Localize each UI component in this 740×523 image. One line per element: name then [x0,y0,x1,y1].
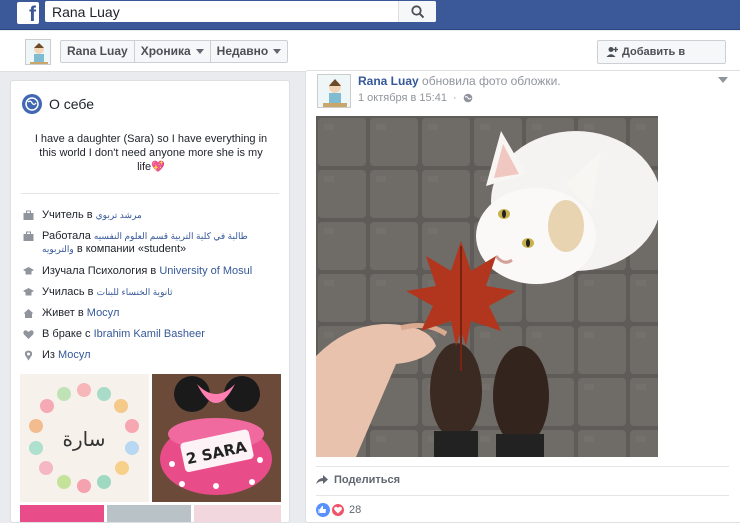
photo-thumbnail[interactable] [194,505,281,522]
intro-title: О себе [49,96,95,112]
graduation-cap-icon [23,288,34,296]
like-reaction-icon [316,503,330,517]
intro-item-link[interactable]: ثانوية الخنساء للبنات [97,287,173,297]
intro-item-text: Из [42,349,59,361]
intro-item-text: Изучала Психология в [42,265,160,277]
chevron-down-icon [195,49,204,54]
post-meta: 1 октября в 15:41 · [358,92,473,104]
intro-item-text: Учитель в [42,209,96,221]
heart-icon [23,330,34,339]
top-bar: f [0,0,740,30]
recent-label: Недавно [216,44,269,58]
search-icon [411,5,425,19]
intro-item-text: Живет в [42,307,87,319]
intro-item-school: Училась в ثانوية الخنساء للبنات [21,286,281,299]
photo-caption-text: سارة [63,427,106,451]
intro-item-worked: Работала طالبة في كلية التربية قسم العلو… [21,230,281,256]
photo-thumbnail[interactable]: 2 SARA [152,374,281,502]
bio-text: I have a daughter (Sara) so I have every… [33,132,269,174]
recent-dropdown[interactable]: Недавно [211,41,288,62]
add-friend-icon [606,47,618,57]
reactions-summary[interactable]: 28 [316,503,361,517]
intro-item-link[interactable]: Мосул [87,307,120,319]
post-photo[interactable] [316,116,658,457]
avatar[interactable] [317,74,351,108]
divider [316,466,729,467]
location-pin-icon [24,350,33,361]
profile-name-label: Rana Luay [67,44,128,58]
timeline-dropdown[interactable]: Хроника [135,41,211,62]
post-header: Rana Luay обновила фото обложки. [358,74,561,88]
intro-item-studied: Изучала Психология в University of Mosul [21,265,281,278]
separator-dot: · [452,92,457,104]
facebook-logo-icon[interactable]: f [17,2,39,26]
intro-item-from: Из Мосул [21,349,281,362]
post-action-text: обновила фото обложки. [422,74,561,88]
intro-item-text: в компании «student» [73,243,187,255]
graduation-cap-icon [23,267,34,275]
intro-item-link[interactable]: Мосул [58,349,91,361]
intro-item-text: Работала [42,230,94,242]
intro-header: О себе [22,93,94,115]
intro-item-link[interactable]: مرشد تربوي [96,210,142,220]
timeline-label: Хроника [140,44,191,58]
intro-item-text: В браке с [42,328,94,340]
briefcase-icon [23,231,34,241]
profile-nav-bar: Rana Luay Хроника Недавно Добавить в дру… [0,31,740,80]
timeline-post: Rana Luay обновила фото обложки. 1 октяб… [305,70,740,523]
intro-item-lives: Живет в Мосул [21,307,281,320]
sparkling-heart-icon: 💖 [151,161,165,173]
home-icon [23,309,34,318]
globe-icon[interactable] [463,93,473,103]
love-reaction-icon [331,503,345,517]
share-button[interactable]: Поделиться [316,474,400,486]
intro-item-link[interactable]: University of Mosul [159,265,252,277]
intro-item-married: В браке с Ibrahim Kamil Basheer [21,328,281,341]
add-friend-button[interactable]: Добавить в друзья [597,40,726,80]
search-input[interactable] [45,1,397,22]
photo-thumbnail[interactable] [20,505,104,522]
profile-nav-group: Rana Luay Хроника Недавно [60,40,289,63]
photo-thumbnail[interactable]: سارة [20,374,149,502]
intro-item-text: Училась в [42,286,97,298]
intro-item-work: Учитель в مرشد تربوي [21,209,281,222]
search-box [45,1,436,22]
intro-card: О себе I have a daughter (Sara) so I hav… [10,80,290,523]
divider [316,495,729,496]
search-button[interactable] [398,1,436,22]
divider [21,193,279,194]
post-timestamp[interactable]: 1 октября в 15:41 [358,92,447,104]
reaction-count[interactable]: 28 [349,504,361,516]
globe-icon [22,94,42,114]
share-icon [316,475,328,484]
photo-thumbnail[interactable] [107,505,191,522]
intro-item-link[interactable]: Ibrahim Kamil Basheer [94,328,205,340]
post-author-link[interactable]: Rana Luay [358,74,419,88]
briefcase-icon [23,210,34,220]
profile-name-button[interactable]: Rana Luay [61,41,135,62]
share-label: Поделиться [334,474,401,486]
chevron-down-icon [273,49,282,54]
chevron-down-icon[interactable] [718,77,728,83]
avatar[interactable] [25,39,51,65]
